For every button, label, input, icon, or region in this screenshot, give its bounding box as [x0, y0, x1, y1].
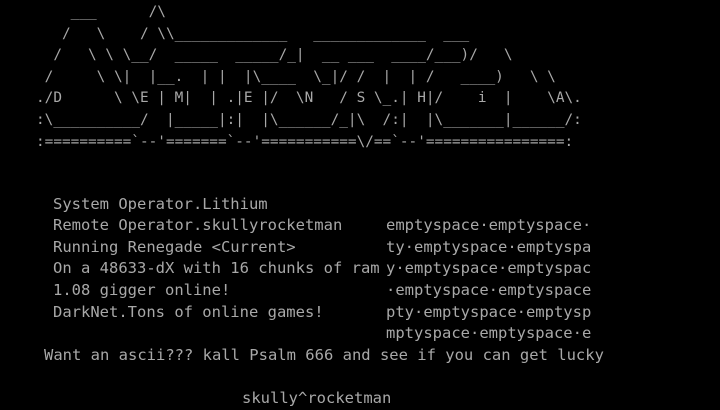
info-row: On a 48633-dX with 16 chunks of ram ·emp… [0, 237, 720, 299]
ascii-art-line: ___ /\ [36, 4, 166, 20]
info-row: DarkNet.Tons of online games! mptyspace·… [0, 280, 720, 343]
ascii-art-line: :==========`--'=======`--'===========\/=… [36, 133, 574, 150]
ascii-art-line: :\__________/ |_____|:| |\______/_|\ /:|… [36, 111, 582, 128]
info-row: Remote Operator.skullyrocketman ty·empty… [0, 194, 720, 256]
info-filler: mptyspace·emptyspace·e [386, 324, 592, 343]
ascii-art-line: / \ \| |__. | | |\____ \_|/ / | | / ____… [36, 68, 556, 85]
info-row: 1.08 gigger online! pty·emptyspace·empty… [0, 258, 720, 321]
artist-signature: skully^rocketman [242, 389, 392, 407]
ascii-art-line: ./D \ \E | M| | .|E |/ \N / S \_.| H|/ i… [36, 90, 582, 107]
ascii-art-line: / \ \ \__/ _____ _____/_| __ ___ ____/__… [36, 47, 513, 64]
info-row: Running Renegade <Current> y·emptyspace·… [0, 215, 720, 278]
ascii-request-message: Want an ascii??? kall Psalm 666 and see … [44, 346, 604, 364]
info-row: System Operator.Lithium emptyspace·empty… [0, 172, 720, 235]
terminal-screen: ___ /\ / \ / \\_____________ ___________… [0, 0, 720, 410]
info-label: DarkNet.Tons of online games! [53, 302, 324, 321]
bbs-info-panel: System Operator.Lithium emptyspace·empty… [0, 172, 720, 343]
ascii-art-logo: ___ /\ / \ / \\_____________ ___________… [36, 2, 582, 153]
ascii-art-line: / \ / \\_____________ _____________ ___ [36, 25, 470, 42]
info-filler: pty·emptyspace·emptysp [386, 302, 592, 321]
